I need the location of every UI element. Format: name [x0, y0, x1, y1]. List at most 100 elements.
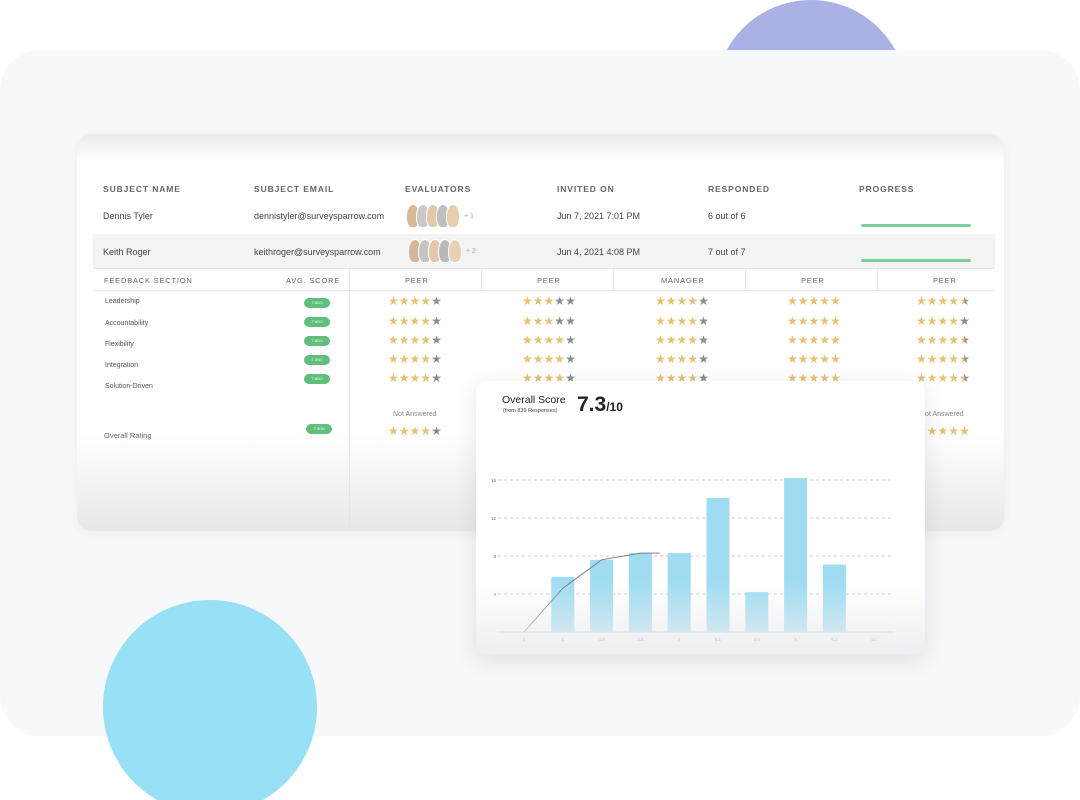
invited-on: Jun 4, 2021 4:08 PM [557, 247, 641, 257]
star-icon: ★ [959, 424, 970, 438]
star-icon: ★ [565, 294, 576, 308]
bar [590, 559, 614, 632]
avg-score-pill: 7.8/10 [304, 336, 330, 346]
star-rating: ★★★★★ [655, 295, 709, 307]
bar [551, 576, 575, 632]
responded-count: 7 out of 7 [708, 247, 746, 257]
star-icon: ★ [916, 314, 927, 328]
star-icon: ★ [398, 371, 410, 385]
star-icon: ★ [431, 333, 442, 347]
not-answered-text: Not Answered [393, 411, 437, 418]
star-icon: ★ [959, 333, 970, 347]
star-icon: ★ [532, 294, 544, 308]
feedback-section-header: FEEDBACK SECTION [104, 276, 193, 285]
metric-label: Integration [105, 362, 139, 369]
x-tick-label: 9.1 [831, 637, 838, 642]
star-icon: ★ [409, 294, 421, 308]
star-rating: ★★★★★ [787, 334, 841, 346]
overall-score-pill: 7.3/10 [306, 424, 332, 434]
avg-score-pill: 7.8/10 [304, 317, 330, 327]
star-icon: ★ [388, 333, 399, 347]
star-icon: ★ [420, 371, 432, 385]
star-icon: ★ [665, 314, 677, 328]
star-icon: ★ [522, 314, 533, 328]
star-icon: ★ [398, 424, 410, 438]
star-rating: ★★★★★ [655, 334, 709, 346]
star-icon: ★ [916, 352, 927, 366]
evaluators-more-count: + 1 [464, 213, 474, 220]
star-icon: ★ [959, 352, 970, 366]
star-icon: ★ [959, 314, 970, 328]
star-icon: ★ [926, 424, 938, 438]
avg-score-pill: 7.8/10 [304, 374, 330, 384]
star-icon: ★ [937, 294, 949, 308]
overall-rating-label: Overall Rating [104, 431, 152, 440]
star-rating: ★★★★★ [522, 334, 576, 346]
x-tick-label: 8.9 [754, 637, 761, 642]
header-subject-name: SUBJECT NAME [103, 184, 181, 194]
star-icon: ★ [655, 294, 666, 308]
x-tick-label: 10 [871, 637, 877, 642]
star-icon: ★ [420, 424, 432, 438]
star-icon: ★ [532, 352, 544, 366]
star-icon: ★ [665, 294, 677, 308]
star-rating: ★★★★★ [916, 315, 970, 327]
star-icon: ★ [797, 333, 809, 347]
header-responded: RESPONDED [708, 184, 770, 194]
avg-score-header: AVG. SCORE [286, 276, 341, 285]
evaluators-more-count: + 2 [466, 248, 476, 255]
metric-label: Flexibility [105, 341, 134, 348]
star-icon: ★ [926, 371, 938, 385]
star-icon: ★ [554, 294, 566, 308]
star-icon: ★ [819, 333, 831, 347]
star-icon: ★ [937, 314, 949, 328]
star-icon: ★ [532, 333, 544, 347]
star-icon: ★ [665, 352, 677, 366]
star-icon: ★ [431, 371, 442, 385]
avg-score-pill: 7.8/10 [304, 298, 330, 308]
star-rating: ★★★★★ [655, 353, 709, 365]
table-row[interactable]: Dennis Tyler dennistyler@surveysparrow.c… [93, 200, 995, 234]
star-rating: ★★★★★ [787, 353, 841, 365]
star-icon: ★ [554, 333, 566, 347]
column-header: PEER [933, 276, 957, 285]
avatar [448, 239, 462, 263]
star-icon: ★ [937, 371, 949, 385]
star-icon: ★ [916, 294, 927, 308]
star-icon: ★ [676, 333, 688, 347]
star-icon: ★ [565, 352, 576, 366]
responded-count: 6 out of 6 [708, 211, 746, 221]
star-icon: ★ [687, 314, 699, 328]
star-icon: ★ [830, 294, 841, 308]
star-icon: ★ [797, 352, 809, 366]
bar [784, 478, 808, 632]
table-row[interactable]: Keith Roger keithroger@surveysparrow.com… [93, 234, 995, 268]
star-icon: ★ [937, 424, 949, 438]
star-icon: ★ [420, 314, 432, 328]
star-icon: ★ [797, 294, 809, 308]
star-icon: ★ [398, 333, 410, 347]
bar [822, 564, 846, 632]
star-icon: ★ [916, 333, 927, 347]
x-tick-label: 3.8 [637, 637, 644, 642]
y-tick-label: 4 [493, 592, 496, 597]
star-icon: ★ [926, 352, 938, 366]
star-icon: ★ [655, 352, 666, 366]
star-rating: ★★★★★ [388, 295, 442, 307]
x-tick-label: 9 [794, 637, 797, 642]
decorative-circle-bottom [103, 600, 317, 800]
star-icon: ★ [409, 352, 421, 366]
star-icon: ★ [787, 314, 798, 328]
star-icon: ★ [431, 314, 442, 328]
header-progress: PROGRESS [859, 184, 915, 194]
star-icon: ★ [665, 333, 677, 347]
subject-email: keithroger@surveysparrow.com [254, 247, 381, 257]
star-icon: ★ [398, 294, 410, 308]
star-icon: ★ [948, 314, 960, 328]
star-rating: ★★★★★ [787, 315, 841, 327]
star-icon: ★ [948, 333, 960, 347]
header-evaluators: EVALUATORS [405, 184, 472, 194]
progress-bar [861, 224, 971, 227]
star-icon: ★ [787, 333, 798, 347]
star-icon: ★ [687, 294, 699, 308]
